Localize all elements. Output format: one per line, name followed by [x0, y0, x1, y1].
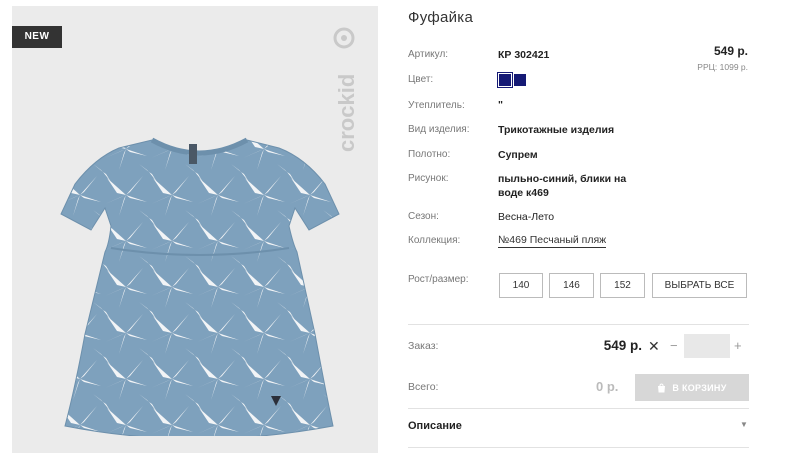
- total-value: 0 р.: [596, 379, 619, 394]
- color-swatch-selected[interactable]: [497, 72, 513, 88]
- product-title: Фуфайка: [408, 9, 474, 26]
- season-value: Весна-Лето: [498, 211, 555, 223]
- size-label: Рост/размер:: [408, 274, 469, 285]
- add-to-cart-label: В КОРЗИНУ: [672, 382, 727, 393]
- season-label: Сезон:: [408, 211, 439, 222]
- new-badge: NEW: [12, 26, 62, 48]
- divider: [408, 324, 749, 325]
- bag-icon: [658, 383, 666, 392]
- fabric-label: Полотно:: [408, 149, 451, 160]
- divider: [408, 408, 749, 409]
- color-swatch[interactable]: [514, 74, 526, 86]
- total-label: Всего:: [408, 381, 439, 393]
- description-toggle[interactable]: Описание: [408, 420, 462, 432]
- product-image[interactable]: NEW crockid: [12, 6, 378, 453]
- insulation-label: Утеплитель:: [408, 100, 465, 111]
- color-label: Цвет:: [408, 74, 434, 85]
- size-button-146[interactable]: 146: [549, 273, 594, 298]
- product-price: 549 р.: [713, 44, 748, 58]
- article-label: Артикул:: [408, 49, 449, 60]
- fabric-value: Супрем: [498, 149, 538, 161]
- tshirt-dress-image: [60, 137, 340, 436]
- insulation-value: ": [498, 99, 503, 111]
- add-to-cart-button[interactable]: В КОРЗИНУ: [635, 374, 749, 401]
- collection-link[interactable]: №469 Песчаный пляж: [498, 234, 607, 248]
- quantity-minus-button[interactable]: −: [670, 338, 678, 353]
- article-value: КР 302421: [498, 49, 550, 61]
- select-all-sizes-button[interactable]: ВЫБРАТЬ ВСЕ: [652, 273, 747, 298]
- size-button-140[interactable]: 140: [499, 273, 543, 298]
- order-price: 549 р.: [603, 338, 642, 353]
- size-button-152[interactable]: 152: [600, 273, 645, 298]
- multiply-icon: ✕: [648, 338, 660, 354]
- chevron-down-icon[interactable]: ▼: [740, 420, 748, 429]
- quantity-plus-button[interactable]: +: [734, 338, 742, 353]
- collection-label: Коллекция:: [408, 235, 461, 246]
- order-label: Заказ:: [408, 340, 439, 352]
- divider: [408, 447, 749, 448]
- pattern-label: Рисунок:: [408, 173, 449, 184]
- pattern-value-line2: воде к469: [498, 187, 549, 199]
- quantity-input[interactable]: [684, 334, 730, 358]
- product-type-label: Вид изделия:: [408, 124, 470, 135]
- pattern-value-line1: пыльно-синий, блики на: [498, 173, 627, 185]
- product-type-value: Трикотажные изделия: [498, 124, 615, 136]
- rrp-price: РРЦ: 1099 р.: [697, 62, 748, 72]
